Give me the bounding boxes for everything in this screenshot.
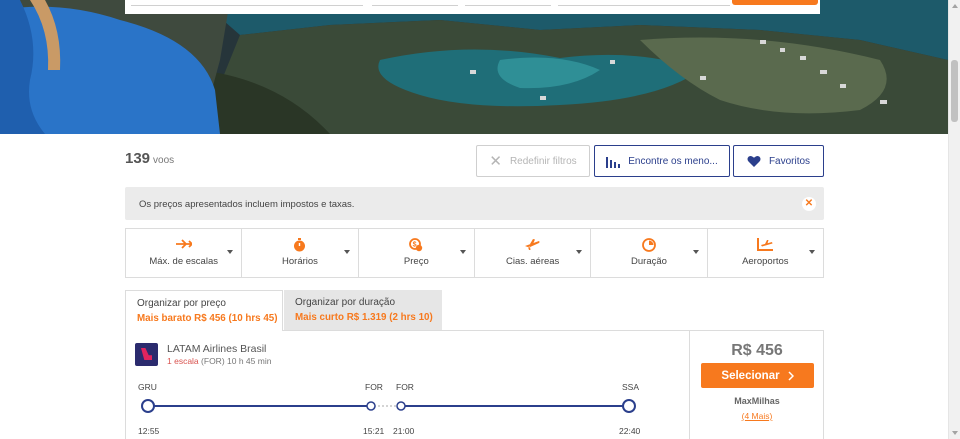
stop-node [366, 401, 376, 411]
airline-name: LATAM Airlines Brasil [167, 343, 267, 355]
find-cheapest-button[interactable]: Encontre os meno... [594, 145, 730, 177]
favorites-label: Favoritos [768, 155, 811, 167]
seller-name: MaxMilhas [734, 396, 780, 406]
chevron-down-icon [459, 250, 466, 254]
clock-icon [242, 238, 357, 254]
origin-field[interactable] [131, 0, 363, 6]
return-date-field[interactable] [465, 0, 551, 6]
find-cheapest-label: Encontre os meno... [628, 155, 718, 167]
segment-2-departure: 21:00 [393, 426, 415, 436]
select-button[interactable]: Selecionar [701, 363, 814, 388]
airport-icon [708, 238, 823, 253]
filter-airlines-label: Cias. aéreas [505, 256, 560, 267]
airline-logo [135, 343, 158, 366]
passengers-field[interactable] [558, 0, 730, 6]
hero-landscape [0, 0, 948, 134]
filter-price-label: Preço [403, 256, 429, 267]
more-offers-link[interactable]: (4 Mais) [690, 411, 824, 421]
chevron-right-icon [788, 370, 794, 381]
filter-price[interactable]: $ Preço [359, 229, 475, 277]
page-scrollbar[interactable] [948, 0, 960, 439]
tab-sort-duration[interactable]: Organizar por duração Mais curto R$ 1.31… [284, 290, 442, 331]
flight-summary: 1 escala (FOR) 10 h 45 min [167, 356, 271, 366]
filter-stops[interactable]: Máx. de escalas [126, 229, 243, 277]
segment-1-arrival: 15:21 [363, 426, 385, 436]
filter-stops-label: Máx. de escalas [149, 256, 218, 267]
via-duration: (FOR) 10 h 45 min [201, 356, 272, 366]
tab-sort-price-sub: Mais barato R$ 456 (10 hrs 45) [137, 313, 278, 324]
close-icon: ✕ [489, 152, 502, 170]
filter-times[interactable]: Horários [242, 229, 359, 277]
segment-2-arrival: 22:40 [619, 426, 641, 436]
route-timeline [141, 399, 636, 413]
stop-node [396, 401, 406, 411]
chevron-down-icon [808, 250, 815, 254]
filter-airlines[interactable]: Cias. aéreas [475, 229, 592, 277]
hero-image [0, 0, 948, 134]
segment-1-departure: 12:55 [138, 426, 160, 436]
scroll-thumb[interactable] [951, 60, 958, 122]
origin-node [141, 399, 155, 413]
select-button-label: Selecionar [721, 369, 780, 382]
duration-icon [591, 238, 706, 254]
filter-duration[interactable]: Duração [591, 229, 708, 277]
info-banner: Os preços apresentados incluem impostos … [125, 187, 824, 220]
price-icon: $ [359, 238, 474, 254]
filter-bar: Máx. de escalas Horários $ Preço Cias. a… [125, 228, 824, 278]
search-button[interactable] [732, 0, 818, 5]
favorites-button[interactable]: Favoritos [733, 145, 824, 177]
chevron-down-icon [343, 250, 350, 254]
filter-times-label: Horários [282, 256, 318, 267]
filter-duration-label: Duração [631, 256, 667, 267]
chevron-down-icon [692, 250, 699, 254]
flight-price: R$ 456 [731, 342, 783, 359]
tab-sort-price[interactable]: Organizar por preço Mais barato R$ 456 (… [125, 290, 283, 331]
chevron-down-icon [576, 250, 583, 254]
tab-sort-price-title: Organizar por preço [137, 298, 226, 309]
scroll-down-arrow-icon[interactable] [952, 431, 958, 435]
tab-sort-duration-sub: Mais curto R$ 1.319 (2 hrs 10) [295, 312, 433, 323]
svg-text:$: $ [413, 242, 417, 249]
flight-card: LATAM Airlines Brasil 1 escala (FOR) 10 … [125, 330, 824, 439]
filter-airports[interactable]: Aeroportos [708, 229, 823, 277]
destination-node [622, 399, 636, 413]
price-column: R$ 456 Selecionar MaxMilhas (4 Mais) [689, 331, 824, 439]
stops-icon [126, 238, 241, 251]
heart-icon [747, 155, 761, 167]
chevron-down-icon [227, 250, 234, 254]
info-banner-text: Os preços apresentados incluem impostos … [139, 199, 355, 210]
reset-filters-label: Redefinir filtros [509, 155, 577, 167]
scroll-up-arrow-icon[interactable] [952, 4, 958, 8]
plane-icon [475, 238, 590, 252]
results-count-unit: voos [153, 155, 175, 166]
tab-sort-duration-title: Organizar por duração [295, 297, 396, 308]
filter-airports-label: Aeroportos [742, 256, 789, 267]
close-icon[interactable]: ✕ [802, 197, 816, 211]
date-field[interactable] [372, 0, 458, 6]
reset-filters-button[interactable]: ✕ Redefinir filtros [476, 145, 590, 177]
stops-count: 1 escala [167, 356, 199, 366]
bar-chart-icon [606, 156, 621, 168]
results-count: 139 voos [125, 150, 174, 167]
results-count-number: 139 [125, 150, 151, 167]
search-bar [125, 0, 820, 14]
